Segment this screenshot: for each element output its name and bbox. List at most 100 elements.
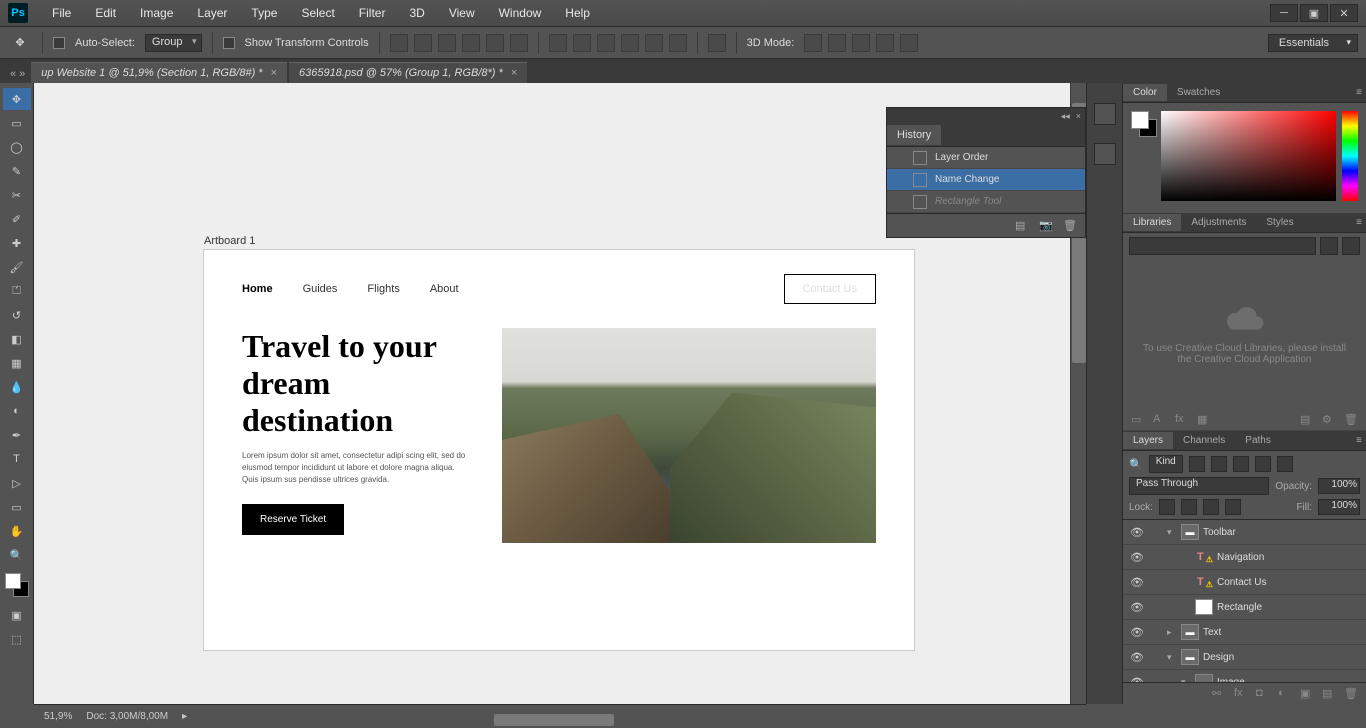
menu-help[interactable]: Help (553, 2, 602, 24)
eraser-tool[interactable]: ◧ (3, 328, 31, 350)
eyedropper-tool[interactable]: ✐ (3, 208, 31, 230)
layer-row[interactable]: 👁▾▬Image (1123, 670, 1366, 682)
add-mask-icon[interactable]: ▭ (1131, 413, 1145, 427)
layer-name[interactable]: Design (1203, 652, 1366, 663)
delete-state-icon[interactable]: 🗑 (1063, 219, 1077, 233)
hue-slider[interactable] (1342, 111, 1358, 201)
layer-name[interactable]: Navigation (1217, 552, 1366, 563)
delete-layer-icon[interactable]: 🗑 (1344, 687, 1358, 701)
distribute-icon[interactable] (549, 34, 567, 52)
minimize-button[interactable]: ─ (1270, 4, 1298, 22)
history-brush-tool[interactable]: ↺ (3, 304, 31, 326)
new-layer-icon[interactable]: ▤ (1322, 687, 1336, 701)
prop-icon[interactable]: ▤ (1300, 413, 1314, 427)
distribute-icon[interactable] (645, 34, 663, 52)
history-tab[interactable]: History (887, 125, 941, 145)
grid-view-icon[interactable] (1320, 237, 1338, 255)
color-field[interactable] (1161, 111, 1336, 201)
path-select-tool[interactable]: ▷ (3, 472, 31, 494)
new-doc-from-state-icon[interactable]: ▤ (1015, 219, 1029, 233)
blur-tool[interactable]: 💧 (3, 376, 31, 398)
3d-icon[interactable] (900, 34, 918, 52)
lock-transparent-icon[interactable] (1159, 499, 1175, 515)
menu-select[interactable]: Select (289, 2, 346, 24)
new-group-icon[interactable]: ▣ (1300, 687, 1314, 701)
layer-filter-kind[interactable]: Kind (1149, 455, 1183, 473)
filter-shape-icon[interactable] (1255, 456, 1271, 472)
distribute-icon[interactable] (669, 34, 687, 52)
pen-tool[interactable]: ✒ (3, 424, 31, 446)
layers-tab[interactable]: Layers (1123, 432, 1173, 449)
layer-row[interactable]: 👁▾▬Toolbar (1123, 520, 1366, 545)
visibility-toggle[interactable]: 👁 (1129, 651, 1145, 664)
blend-mode-dropdown[interactable]: Pass Through (1129, 477, 1269, 495)
history-item[interactable]: Layer Order (887, 147, 1085, 169)
quick-select-tool[interactable]: ✎ (3, 160, 31, 182)
menu-window[interactable]: Window (487, 2, 554, 24)
align-icon[interactable] (390, 34, 408, 52)
distribute-icon[interactable] (597, 34, 615, 52)
channels-tab[interactable]: Channels (1173, 432, 1235, 449)
expand-toggle[interactable]: ▾ (1167, 652, 1177, 663)
3d-icon[interactable] (804, 34, 822, 52)
prop-icon[interactable]: ⚙ (1322, 413, 1336, 427)
marquee-tool[interactable]: ▭ (3, 112, 31, 134)
layer-row[interactable]: 👁▸▬Text (1123, 620, 1366, 645)
lasso-tool[interactable]: ◯ (3, 136, 31, 158)
tab-close-icon[interactable]: × (511, 67, 517, 79)
filter-pixel-icon[interactable] (1189, 456, 1205, 472)
foreground-background-colors[interactable] (5, 573, 29, 597)
distribute-icon[interactable] (573, 34, 591, 52)
dodge-tool[interactable]: ◐ (3, 400, 31, 422)
character-icon[interactable]: A (1153, 413, 1167, 427)
move-tool[interactable]: ✥ (3, 88, 31, 110)
color-fg-bg[interactable] (1131, 111, 1155, 135)
layer-name[interactable]: Toolbar (1203, 527, 1366, 538)
layer-fx-icon[interactable]: fx (1234, 687, 1248, 701)
fill-input[interactable]: 100% (1318, 499, 1360, 515)
close-panel-icon[interactable]: × (1076, 111, 1081, 121)
libraries-tab[interactable]: Libraries (1123, 214, 1181, 231)
color-tab[interactable]: Color (1123, 84, 1167, 101)
gradient-tool[interactable]: ▦ (3, 352, 31, 374)
swatches-tab[interactable]: Swatches (1167, 84, 1230, 101)
zoom-level[interactable]: 51,9% (44, 711, 72, 722)
libraries-dropdown[interactable] (1129, 237, 1316, 255)
expand-toggle[interactable]: ▾ (1167, 527, 1177, 538)
menu-edit[interactable]: Edit (83, 2, 128, 24)
lock-image-icon[interactable] (1181, 499, 1197, 515)
3d-icon[interactable] (852, 34, 870, 52)
align-icon[interactable] (486, 34, 504, 52)
stamp-tool[interactable]: ⏍ (3, 280, 31, 302)
brush-tool[interactable]: 🖌 (3, 256, 31, 278)
3d-icon[interactable] (828, 34, 846, 52)
lock-all-icon[interactable] (1225, 499, 1241, 515)
maximize-button[interactable]: ▣ (1300, 4, 1328, 22)
layer-row[interactable]: 👁TNavigation (1123, 545, 1366, 570)
crop-tool[interactable]: ✂ (3, 184, 31, 206)
collapse-icon[interactable]: ◂◂ (1061, 111, 1070, 122)
tab-scroll-arrows[interactable]: « » (4, 65, 31, 83)
panel-menu-icon[interactable]: ≡ (1356, 435, 1362, 446)
hand-tool[interactable]: ✋ (3, 520, 31, 542)
align-icon[interactable] (510, 34, 528, 52)
layer-row[interactable]: 👁Rectangle (1123, 595, 1366, 620)
close-button[interactable]: ✕ (1330, 4, 1358, 22)
auto-select-checkbox[interactable] (53, 37, 65, 49)
document-tab[interactable]: 6365918.psd @ 57% (Group 1, RGB/8*) * × (289, 62, 527, 83)
menu-type[interactable]: Type (239, 2, 289, 24)
filter-type-icon[interactable] (1233, 456, 1249, 472)
panel-menu-icon[interactable]: ≡ (1356, 87, 1362, 98)
history-item[interactable]: Rectangle Tool (887, 191, 1085, 213)
visibility-toggle[interactable]: 👁 (1129, 526, 1145, 539)
layer-row[interactable]: 👁TContact Us (1123, 570, 1366, 595)
adjustments-tab[interactable]: Adjustments (1181, 214, 1256, 231)
artboard-label[interactable]: Artboard 1 (204, 235, 255, 247)
paths-tab[interactable]: Paths (1235, 432, 1281, 449)
screen-mode-tool[interactable]: ⬚ (3, 628, 31, 650)
expand-toggle[interactable]: ▸ (1167, 627, 1177, 638)
trash-icon[interactable]: 🗑 (1344, 413, 1358, 427)
3d-icon[interactable] (876, 34, 894, 52)
visibility-toggle[interactable]: 👁 (1129, 601, 1145, 614)
align-icon[interactable] (414, 34, 432, 52)
